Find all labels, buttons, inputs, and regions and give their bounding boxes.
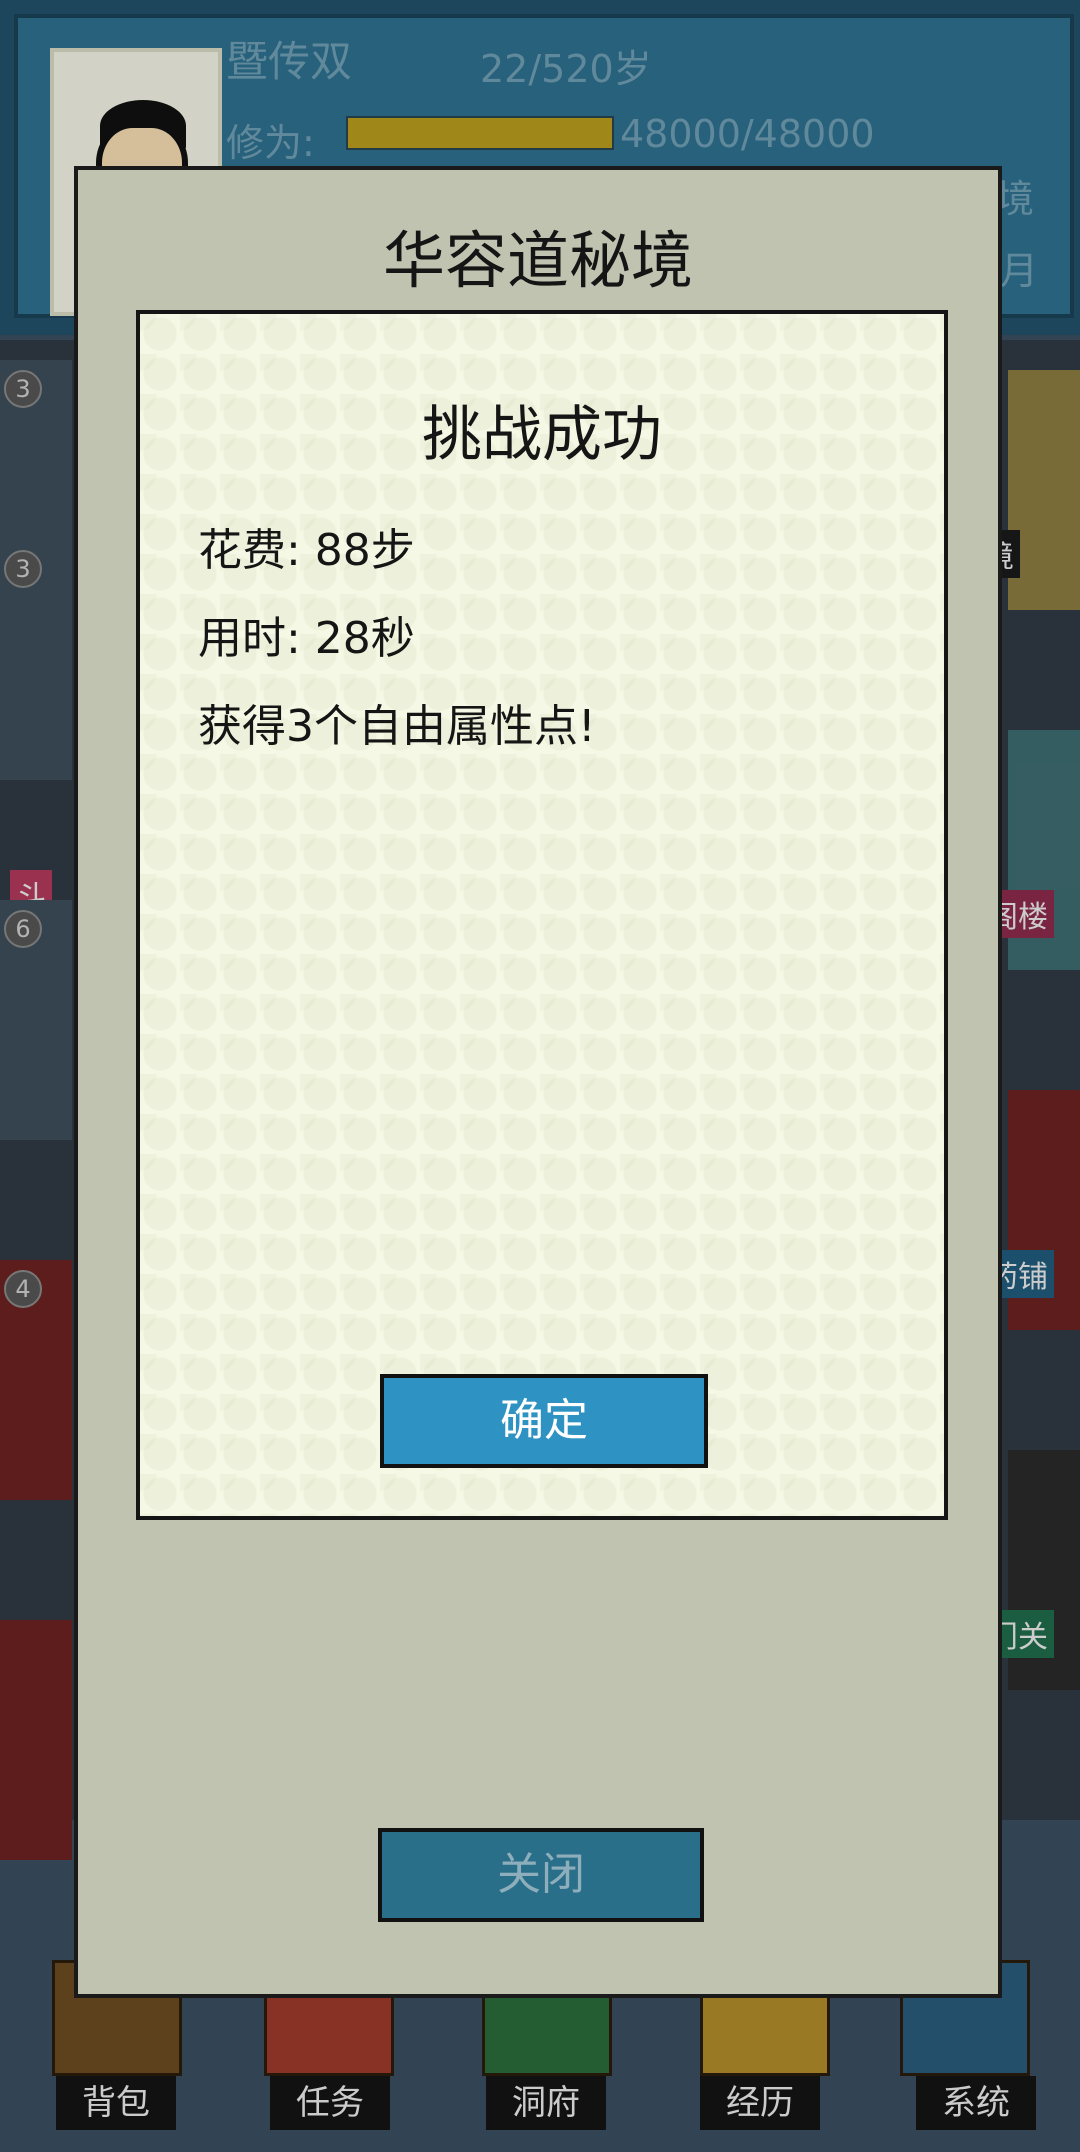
challenge-result-dialog: 挑战成功 花费: 88步 用时: 28秒 获得3个自由属性点! 确定 — [136, 310, 948, 1520]
reward-text: 获得3个自由属性点! — [198, 701, 596, 752]
close-button[interactable]: 关闭 — [378, 1828, 704, 1922]
dialog-title: 华容道秘境 — [382, 224, 693, 297]
time-used-text: 用时: 28秒 — [198, 613, 415, 664]
steps-cost-text: 花费: 88步 — [198, 525, 415, 576]
result-title: 挑战成功 — [422, 400, 662, 470]
confirm-button[interactable]: 确定 — [380, 1374, 708, 1468]
